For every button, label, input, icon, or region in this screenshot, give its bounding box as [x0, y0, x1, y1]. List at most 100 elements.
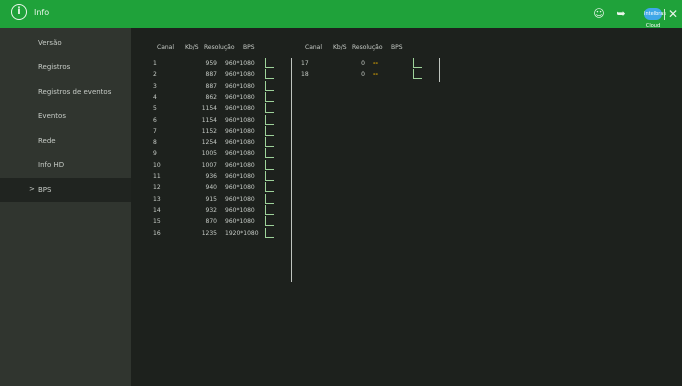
cell-kbs: 936	[205, 173, 217, 180]
cell-canal: 9	[153, 150, 157, 158]
sidebar-item-rede[interactable]: Rede	[0, 129, 131, 153]
cell-resolucao: 960*1080	[225, 195, 255, 203]
bps-graph	[413, 69, 425, 81]
sidebar-item-info-hd[interactable]: Info HD	[0, 153, 131, 177]
cell-canal: 11	[153, 173, 161, 180]
col-header-resolucao: Resolução	[204, 44, 235, 51]
col-header-resolucao-right: Resolução	[352, 44, 383, 51]
col-header-canal: Canal	[157, 44, 175, 51]
cell-resolucao: 960*1080	[225, 218, 255, 226]
bps-graph	[265, 227, 277, 240]
cell-canal: 16	[153, 229, 161, 237]
cell-canal: 14	[153, 206, 161, 214]
cell-kbs: 887	[205, 82, 217, 90]
table-separator	[291, 58, 292, 282]
cell-kbs: 1235	[201, 229, 217, 237]
main-panel: Canal Kb/S Resolução BPS Canal Kb/S Reso…	[131, 28, 682, 386]
cell-resolucao: 960*1080	[225, 71, 255, 79]
sidebar-item-label: Rede	[38, 137, 56, 145]
cell-kbs: 915	[205, 195, 217, 203]
window-title: Info	[34, 8, 50, 17]
cloud-icon[interactable]: Intelbras Cloud	[644, 8, 666, 29]
top-bar: i Info ☺ ➥ Intelbras Cloud ✕	[0, 0, 682, 29]
cell-resolucao: 960*1080	[225, 184, 255, 192]
cell-resolucao: 960*1080	[225, 105, 255, 113]
cell-resolucao: 960*1080	[225, 60, 255, 67]
cell-kbs: 887	[205, 71, 217, 79]
col-header-bps: BPS	[243, 44, 255, 51]
cloud-label: Intelbras Cloud	[644, 11, 666, 29]
bps-graph	[265, 182, 277, 194]
cell-resolucao: 960*1080	[225, 161, 255, 169]
cell-resolucao: 960*1080	[225, 173, 255, 180]
bps-graph	[265, 114, 277, 127]
cell-kbs: 1005	[201, 150, 217, 158]
cell-kbs: 1007	[201, 161, 217, 169]
cell-canal: 18	[301, 71, 309, 79]
sidebar-item-label: Versão	[38, 39, 62, 47]
col-header-kbs: Kb/S	[185, 44, 199, 51]
sidebar-item-eventos[interactable]: Eventos	[0, 104, 131, 128]
col-header-bps-right: BPS	[391, 44, 403, 51]
cell-kbs: 870	[205, 218, 217, 226]
cell-canal: 6	[153, 116, 157, 124]
sidebar-item-label: BPS	[38, 186, 52, 194]
cell-resolucao: 960*1080	[225, 150, 255, 158]
sidebar-item-label: Registros	[38, 63, 71, 71]
col-header-kbs-right: Kb/S	[333, 44, 347, 51]
cell-canal: 3	[153, 82, 157, 90]
sidebar: Versão Registros Registros de eventos Ev…	[0, 28, 131, 386]
bps-graph	[265, 148, 277, 160]
cell-kbs: 0	[361, 71, 365, 79]
cell-resolucao: 960*1080	[225, 93, 255, 101]
bps-graph	[265, 69, 277, 81]
user-icon[interactable]: ☺	[591, 6, 607, 22]
cell-canal: 4	[153, 93, 157, 101]
cell-resolucao: --	[373, 71, 378, 79]
sidebar-item-bps[interactable]: > BPS	[0, 178, 131, 202]
cell-resolucao: 960*1080	[225, 82, 255, 90]
cell-resolucao: 960*1080	[225, 116, 255, 124]
info-icon: i	[11, 4, 27, 20]
cell-canal: 5	[153, 105, 157, 113]
cell-kbs: 0	[361, 60, 365, 67]
cell-resolucao: 960*1080	[225, 139, 255, 147]
sidebar-item-versao[interactable]: Versão	[0, 31, 131, 55]
logout-icon[interactable]: ➥	[613, 6, 629, 22]
cell-resolucao: 960*1080	[225, 206, 255, 214]
cell-canal: 7	[153, 127, 157, 135]
cell-resolucao: 1920*1080	[225, 229, 259, 237]
cell-canal: 12	[153, 184, 161, 192]
bps-graph	[265, 80, 277, 93]
sidebar-item-label: Eventos	[38, 112, 66, 120]
bps-graph	[265, 137, 277, 149]
cell-canal: 8	[153, 139, 157, 147]
sidebar-item-label: Info HD	[38, 161, 65, 169]
cell-canal: 10	[153, 161, 161, 169]
cell-kbs: 1154	[201, 116, 217, 124]
cell-canal: 2	[153, 71, 157, 79]
cell-canal: 13	[153, 195, 161, 203]
cell-canal: 15	[153, 218, 161, 226]
cell-kbs: 1152	[201, 127, 217, 135]
bps-graph	[265, 58, 277, 70]
col-header-canal-right: Canal	[305, 44, 323, 51]
close-icon[interactable]: ✕	[666, 7, 680, 21]
cell-resolucao: 960*1080	[225, 127, 255, 135]
bps-graph	[265, 204, 277, 217]
cell-kbs: 1254	[201, 139, 217, 147]
cell-resolucao: --	[373, 60, 378, 67]
cell-canal: 1	[153, 60, 157, 67]
cell-canal: 17	[301, 60, 309, 67]
cell-kbs: 940	[205, 184, 217, 192]
bps-graph	[265, 216, 277, 228]
bps-graph	[265, 193, 277, 206]
cell-kbs: 862	[205, 93, 217, 101]
bps-graph	[265, 171, 277, 183]
sidebar-item-registros[interactable]: Registros	[0, 55, 131, 79]
cell-kbs: 932	[205, 206, 217, 214]
sidebar-item-registros-de-eventos[interactable]: Registros de eventos	[0, 80, 131, 104]
sidebar-item-label: Registros de eventos	[38, 88, 112, 96]
chevron-right-icon: >	[29, 185, 35, 193]
bps-graph	[265, 125, 277, 138]
